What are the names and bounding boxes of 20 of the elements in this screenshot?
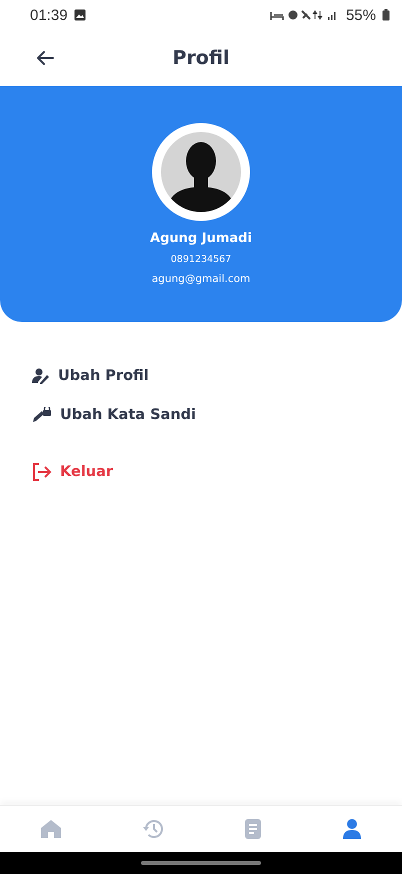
profile-tab[interactable] [340,816,364,842]
home-indicator[interactable] [141,861,261,865]
user-name: Agung Jumadi [150,231,252,246]
logout-button[interactable]: Keluar [32,452,114,491]
page-title: Profil [172,47,230,69]
home-tab[interactable] [38,817,64,841]
user-email: agung@gmail.com [152,273,250,285]
image-icon [74,9,86,21]
pen-lock-icon [32,406,52,422]
battery-icon [382,9,390,21]
document-tab[interactable] [242,816,264,842]
back-button[interactable] [34,48,56,68]
avatar-icon [152,123,250,221]
status-time: 01:39 [30,6,68,24]
battery-level: 55% [346,6,376,24]
menu-item[interactable]: Ubah Profil [32,356,149,395]
user-phone: 0891234567 [170,254,232,265]
menu-item[interactable]: Ubah Kata Sandi [32,395,196,434]
user-edit-icon [32,368,50,384]
logout-icon [32,462,52,480]
